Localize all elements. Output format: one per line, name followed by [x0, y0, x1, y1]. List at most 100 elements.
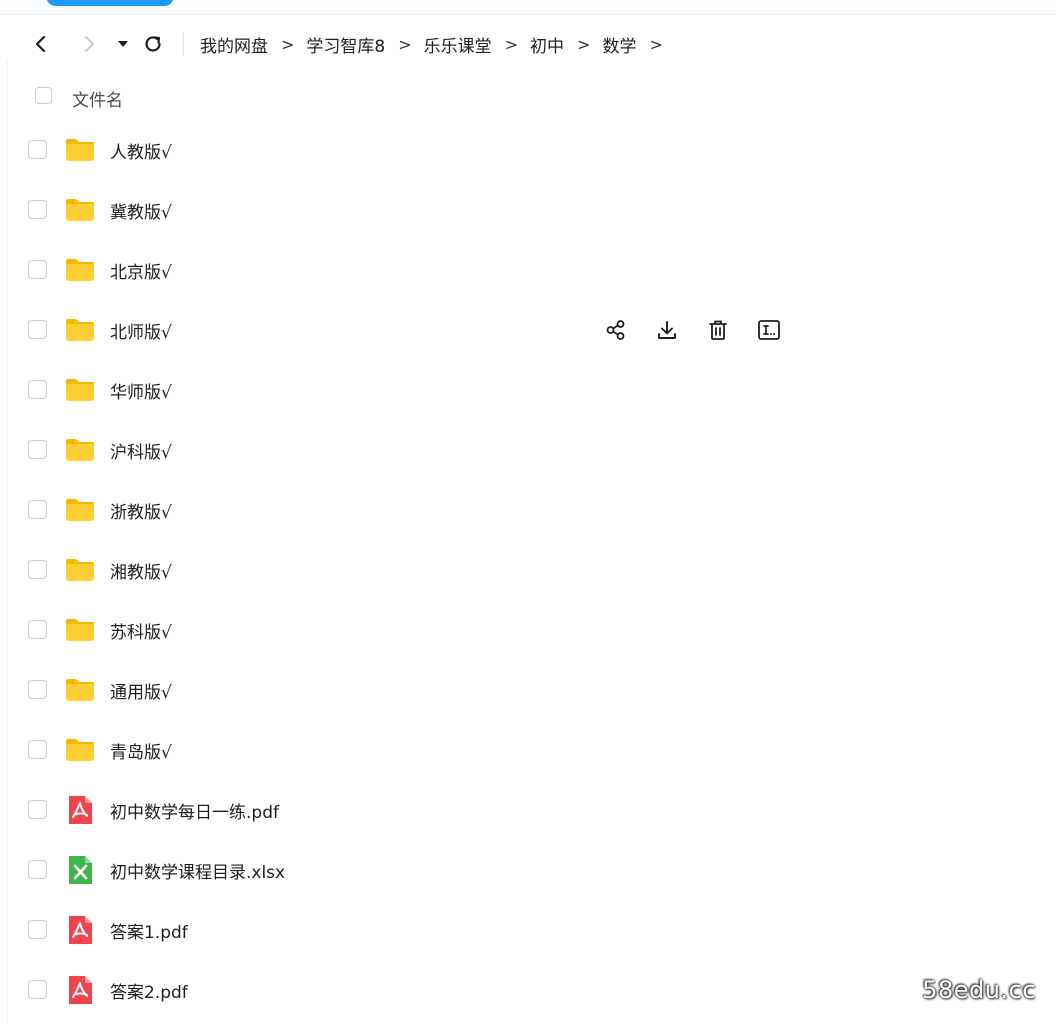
row-checkbox[interactable]	[28, 620, 47, 639]
rename-button[interactable]	[753, 314, 785, 346]
row-checkbox[interactable]	[28, 800, 47, 819]
row-checkbox[interactable]	[28, 140, 47, 159]
row-actions	[600, 314, 804, 346]
file-name[interactable]: 答案1.pdf	[110, 918, 188, 943]
folder-icon	[66, 679, 94, 701]
file-name[interactable]: 北京版√	[110, 258, 172, 283]
breadcrumb-separator: >	[649, 34, 663, 54]
row-checkbox[interactable]	[28, 740, 47, 759]
file-name[interactable]: 苏科版√	[110, 618, 172, 643]
folder-row[interactable]: 苏科版√	[0, 600, 1056, 660]
row-icon	[64, 974, 96, 1006]
file-row[interactable]: 答案2.pdf	[0, 960, 1056, 1020]
row-checkbox[interactable]	[28, 440, 47, 459]
row-icon	[64, 794, 96, 826]
folder-icon	[66, 499, 94, 521]
forward-button[interactable]	[74, 22, 104, 66]
file-name[interactable]: 答案2.pdf	[110, 978, 188, 1003]
row-checkbox[interactable]	[28, 260, 47, 279]
pdf-file-icon	[69, 916, 92, 944]
folder-icon	[66, 319, 94, 341]
row-checkbox[interactable]	[28, 380, 47, 399]
folder-row[interactable]: 冀教版√	[0, 180, 1056, 240]
select-all-checkbox[interactable]	[35, 87, 52, 104]
top-toolbar-edge	[0, 0, 1056, 15]
breadcrumb-item[interactable]: 我的网盘	[200, 32, 268, 57]
row-icon	[64, 914, 96, 946]
folder-row[interactable]: 北京版√	[0, 240, 1056, 300]
file-row[interactable]: 答案1.pdf	[0, 900, 1056, 960]
upload-button-partial[interactable]	[46, 0, 174, 6]
row-checkbox[interactable]	[28, 320, 47, 339]
file-name[interactable]: 人教版√	[110, 138, 172, 163]
folder-row[interactable]: 湘教版√	[0, 540, 1056, 600]
row-checkbox[interactable]	[28, 980, 47, 999]
pdf-file-icon	[69, 796, 92, 824]
row-checkbox[interactable]	[28, 500, 47, 519]
folder-row[interactable]: 浙教版√	[0, 480, 1056, 540]
delete-button[interactable]	[702, 314, 734, 346]
folder-row[interactable]: 沪科版√	[0, 420, 1056, 480]
file-name[interactable]: 浙教版√	[110, 498, 172, 523]
breadcrumb-separator: >	[577, 34, 591, 54]
row-icon	[64, 374, 96, 406]
breadcrumb: 我的网盘 > 学习智库8 > 乐乐课堂 > 初中 > 数学 >	[200, 22, 675, 66]
breadcrumb-item[interactable]: 数学	[602, 32, 636, 57]
column-header-filename[interactable]: 文件名	[72, 86, 123, 111]
row-icon	[64, 314, 96, 346]
folder-icon	[66, 559, 94, 581]
row-checkbox[interactable]	[28, 200, 47, 219]
breadcrumb-separator: >	[398, 34, 412, 54]
row-checkbox[interactable]	[28, 920, 47, 939]
chevron-left-icon	[35, 35, 46, 53]
folder-icon	[66, 199, 94, 221]
file-row[interactable]: 初中数学课程目录.xlsx	[0, 840, 1056, 900]
download-icon	[658, 321, 676, 339]
row-icon	[64, 674, 96, 706]
folder-row[interactable]: 人教版√	[0, 120, 1056, 180]
breadcrumb-separator: >	[281, 34, 295, 54]
chevron-right-icon	[85, 36, 94, 52]
history-dropdown-button[interactable]	[112, 22, 134, 66]
row-icon	[64, 434, 96, 466]
delete-icon	[709, 320, 727, 340]
row-icon	[64, 194, 96, 226]
share-button[interactable]	[600, 314, 632, 346]
file-name[interactable]: 湘教版√	[110, 558, 172, 583]
row-icon	[64, 254, 96, 286]
file-name[interactable]: 北师版√	[110, 318, 172, 343]
row-icon	[64, 614, 96, 646]
file-name[interactable]: 初中数学课程目录.xlsx	[110, 858, 285, 883]
row-icon	[64, 734, 96, 766]
folder-row[interactable]: 青岛版√	[0, 720, 1056, 780]
rename-icon	[758, 320, 780, 340]
row-checkbox[interactable]	[28, 680, 47, 699]
folder-row[interactable]: 华师版√	[0, 360, 1056, 420]
row-icon	[64, 494, 96, 526]
file-name[interactable]: 初中数学每日一练.pdf	[110, 798, 279, 823]
file-name[interactable]: 青岛版√	[110, 738, 172, 763]
row-icon	[64, 134, 96, 166]
refresh-button[interactable]	[138, 22, 168, 66]
row-checkbox[interactable]	[28, 860, 47, 879]
watermark: 58edu.cc	[922, 976, 1036, 1004]
breadcrumb-item[interactable]: 学习智库8	[306, 32, 385, 57]
download-button[interactable]	[651, 314, 683, 346]
file-name[interactable]: 沪科版√	[110, 438, 172, 463]
folder-row[interactable]: 通用版√	[0, 660, 1056, 720]
breadcrumb-item[interactable]: 初中	[530, 32, 564, 57]
folder-row[interactable]: 北师版√	[0, 300, 1056, 360]
back-button[interactable]	[26, 22, 56, 66]
file-row[interactable]: 初中数学每日一练.pdf	[0, 780, 1056, 840]
excel-file-icon	[69, 856, 92, 884]
row-icon	[64, 854, 96, 886]
breadcrumb-item[interactable]: 乐乐课堂	[424, 32, 492, 57]
file-browser: 我的网盘 > 学习智库8 > 乐乐课堂 > 初中 > 数学 > 文件名 人教版√ 冀教版√ 北京版√ 北…	[0, 0, 1056, 1024]
file-name[interactable]: 华师版√	[110, 378, 172, 403]
folder-icon	[66, 139, 94, 161]
pdf-file-icon	[69, 976, 92, 1004]
file-name[interactable]: 冀教版√	[110, 198, 172, 223]
row-checkbox[interactable]	[28, 560, 47, 579]
file-name[interactable]: 通用版√	[110, 678, 172, 703]
folder-icon	[66, 739, 94, 761]
